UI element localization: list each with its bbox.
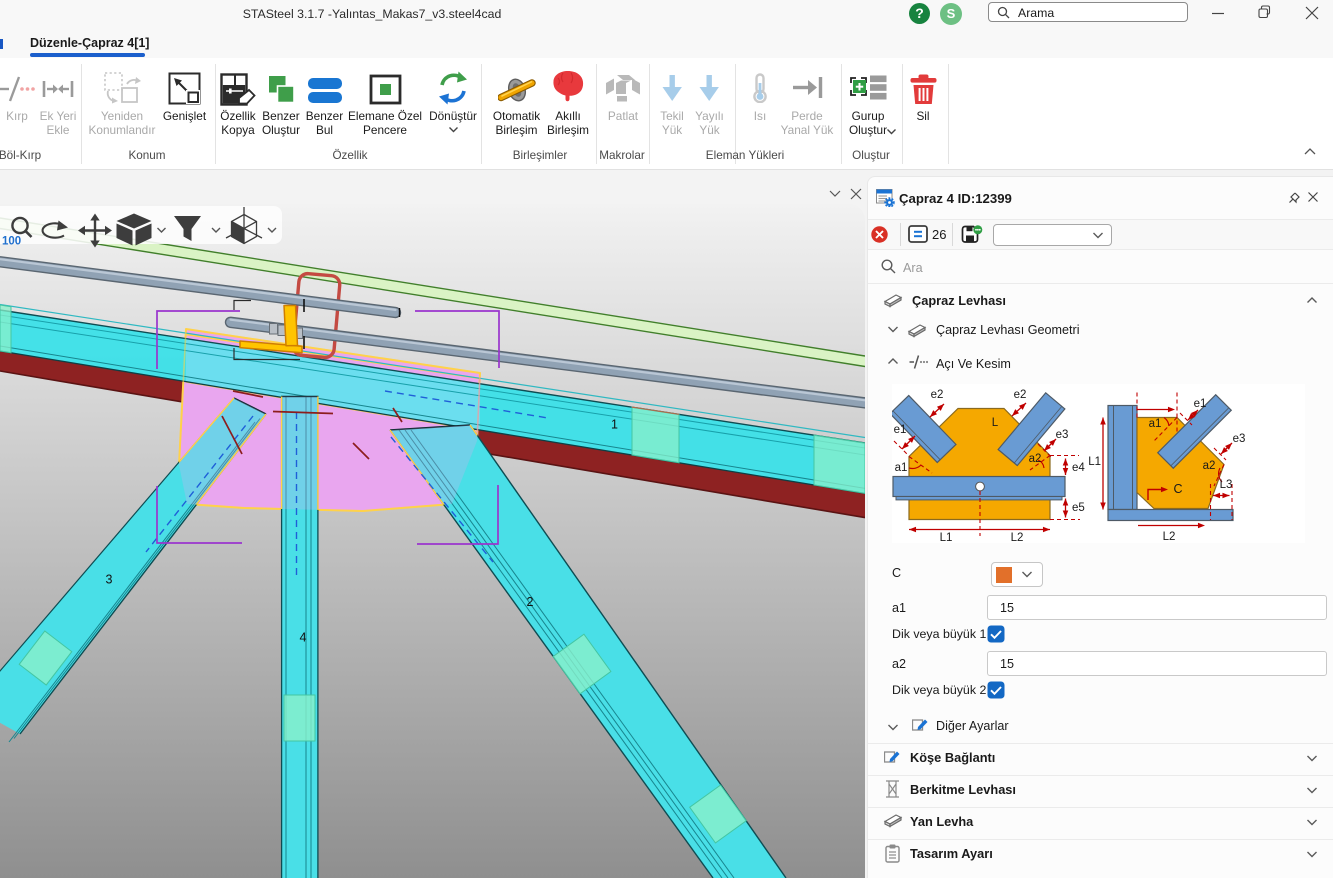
svg-text:3: 3 (106, 573, 113, 587)
svg-text:C: C (1173, 482, 1182, 496)
svg-text:L2: L2 (1163, 531, 1176, 543)
svg-text:e3: e3 (1056, 429, 1069, 441)
svg-text:4: 4 (300, 631, 307, 645)
svg-text:a2: a2 (1029, 453, 1042, 465)
svg-text:L3: L3 (1220, 479, 1233, 491)
svg-text:e1: e1 (1194, 398, 1207, 410)
svg-text:L1: L1 (1088, 456, 1101, 468)
svg-text:L2: L2 (1011, 532, 1024, 543)
svg-text:2: 2 (527, 595, 534, 609)
svg-text:e5: e5 (1072, 502, 1085, 514)
svg-text:a1: a1 (895, 462, 908, 474)
svg-text:L1: L1 (940, 532, 953, 543)
svg-text:e2: e2 (1014, 389, 1027, 401)
svg-text:e2: e2 (931, 389, 944, 401)
svg-text:L: L (992, 417, 999, 429)
svg-text:a2: a2 (1203, 460, 1216, 472)
svg-text:a1: a1 (1149, 418, 1162, 430)
svg-text:100: 100 (2, 236, 21, 248)
svg-text:1: 1 (611, 418, 618, 432)
svg-text:e4: e4 (1072, 462, 1085, 474)
svg-text:e1: e1 (894, 424, 907, 436)
svg-text:e3: e3 (1233, 433, 1246, 445)
